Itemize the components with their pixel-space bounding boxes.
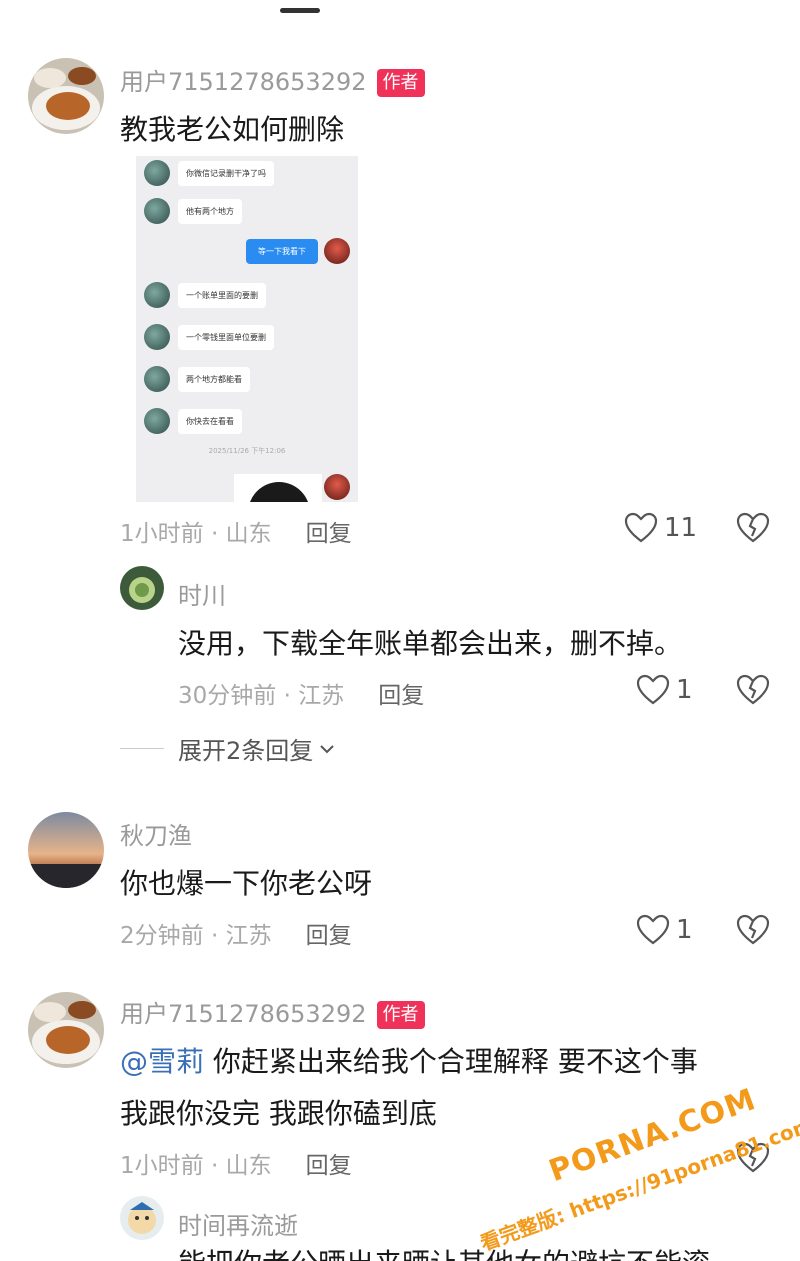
- avatar: [144, 198, 170, 224]
- chat-message: 你快去在看看: [144, 408, 242, 434]
- chat-message: 他有两个地方: [144, 198, 242, 224]
- username[interactable]: 用户7151278653292 作者: [120, 994, 425, 1029]
- author-badge: 作者: [376, 1001, 425, 1029]
- avatar: [144, 160, 170, 186]
- sheet-drag-handle[interactable]: [280, 8, 320, 13]
- avatar[interactable]: [120, 566, 164, 610]
- mention-link[interactable]: @雪莉: [120, 1045, 204, 1078]
- chat-message: 你微信记录删干净了吗: [144, 160, 274, 186]
- reply-meta: 30分钟前 · 江苏 回复: [178, 683, 425, 709]
- broken-heart-icon[interactable]: [736, 512, 770, 544]
- reply-text: 能把你老公晒出来晒让其他女的避坑不能滚: [178, 1242, 710, 1261]
- avatar: [144, 324, 170, 350]
- comment-meta: 1小时前 · 山东 回复: [120, 1153, 352, 1179]
- reply-button[interactable]: 回复: [306, 923, 352, 949]
- chat-message: 两个地方都能看: [144, 366, 250, 392]
- heart-icon: [636, 914, 670, 945]
- avatar: [324, 474, 350, 500]
- like-button[interactable]: 1: [636, 914, 693, 946]
- reply-button[interactable]: 回复: [306, 521, 352, 547]
- avatar[interactable]: [28, 812, 104, 888]
- author-badge: 作者: [376, 69, 425, 97]
- avatar[interactable]: [28, 58, 104, 134]
- like-count: 1: [676, 915, 693, 945]
- chat-timestamp: 2025/11/26 下午12:06: [208, 447, 286, 455]
- chevron-down-icon: [320, 744, 334, 753]
- heart-icon: [636, 674, 670, 705]
- reply-text: 没用，下载全年账单都会出来，删不掉。: [178, 627, 683, 660]
- comment-image[interactable]: 你微信记录删干净了吗 他有两个地方 等一下我看下 一个账单里面的要删 一个零钱里…: [136, 156, 358, 502]
- reply-button[interactable]: 回复: [306, 1153, 352, 1179]
- like-count: 1: [676, 675, 693, 705]
- like-button[interactable]: 11: [624, 512, 697, 544]
- avatar: [324, 238, 350, 264]
- like-count: 11: [664, 513, 698, 543]
- broken-heart-icon[interactable]: [736, 674, 770, 706]
- comment-text: 我跟你没完 我跟你磕到底: [120, 1097, 437, 1130]
- reply-username[interactable]: 时川: [178, 576, 226, 611]
- avatar[interactable]: [28, 992, 104, 1068]
- chat-message: 等一下我看下: [246, 238, 350, 264]
- broken-heart-icon[interactable]: [736, 914, 770, 946]
- comment-meta: 2分钟前 · 江苏 回复: [120, 923, 352, 949]
- avatar[interactable]: [120, 1196, 164, 1240]
- chat-bottom-bubble: [234, 474, 322, 502]
- reply-button[interactable]: 回复: [378, 683, 424, 709]
- username[interactable]: 秋刀渔: [120, 816, 192, 851]
- comment-text: 教我老公如何删除: [120, 113, 345, 146]
- comment-text: @雪莉 你赶紧出来给我个合理解释 要不这个事: [120, 1045, 698, 1078]
- like-button[interactable]: 1: [636, 674, 693, 706]
- reply-username[interactable]: 时间再流逝: [178, 1206, 298, 1241]
- expand-replies-button[interactable]: 展开2条回复: [120, 731, 335, 766]
- comment-text: 你也爆一下你老公呀: [120, 867, 373, 900]
- username[interactable]: 用户7151278653292 作者: [120, 62, 425, 97]
- avatar: [144, 408, 170, 434]
- chat-message: 一个零钱里面单位要删: [144, 324, 274, 350]
- avatar: [144, 282, 170, 308]
- heart-icon: [624, 512, 658, 543]
- avatar: [144, 366, 170, 392]
- comment-meta: 1小时前 · 山东 回复: [120, 521, 352, 547]
- chat-message: 一个账单里面的要删: [144, 282, 266, 308]
- divider: [120, 748, 164, 749]
